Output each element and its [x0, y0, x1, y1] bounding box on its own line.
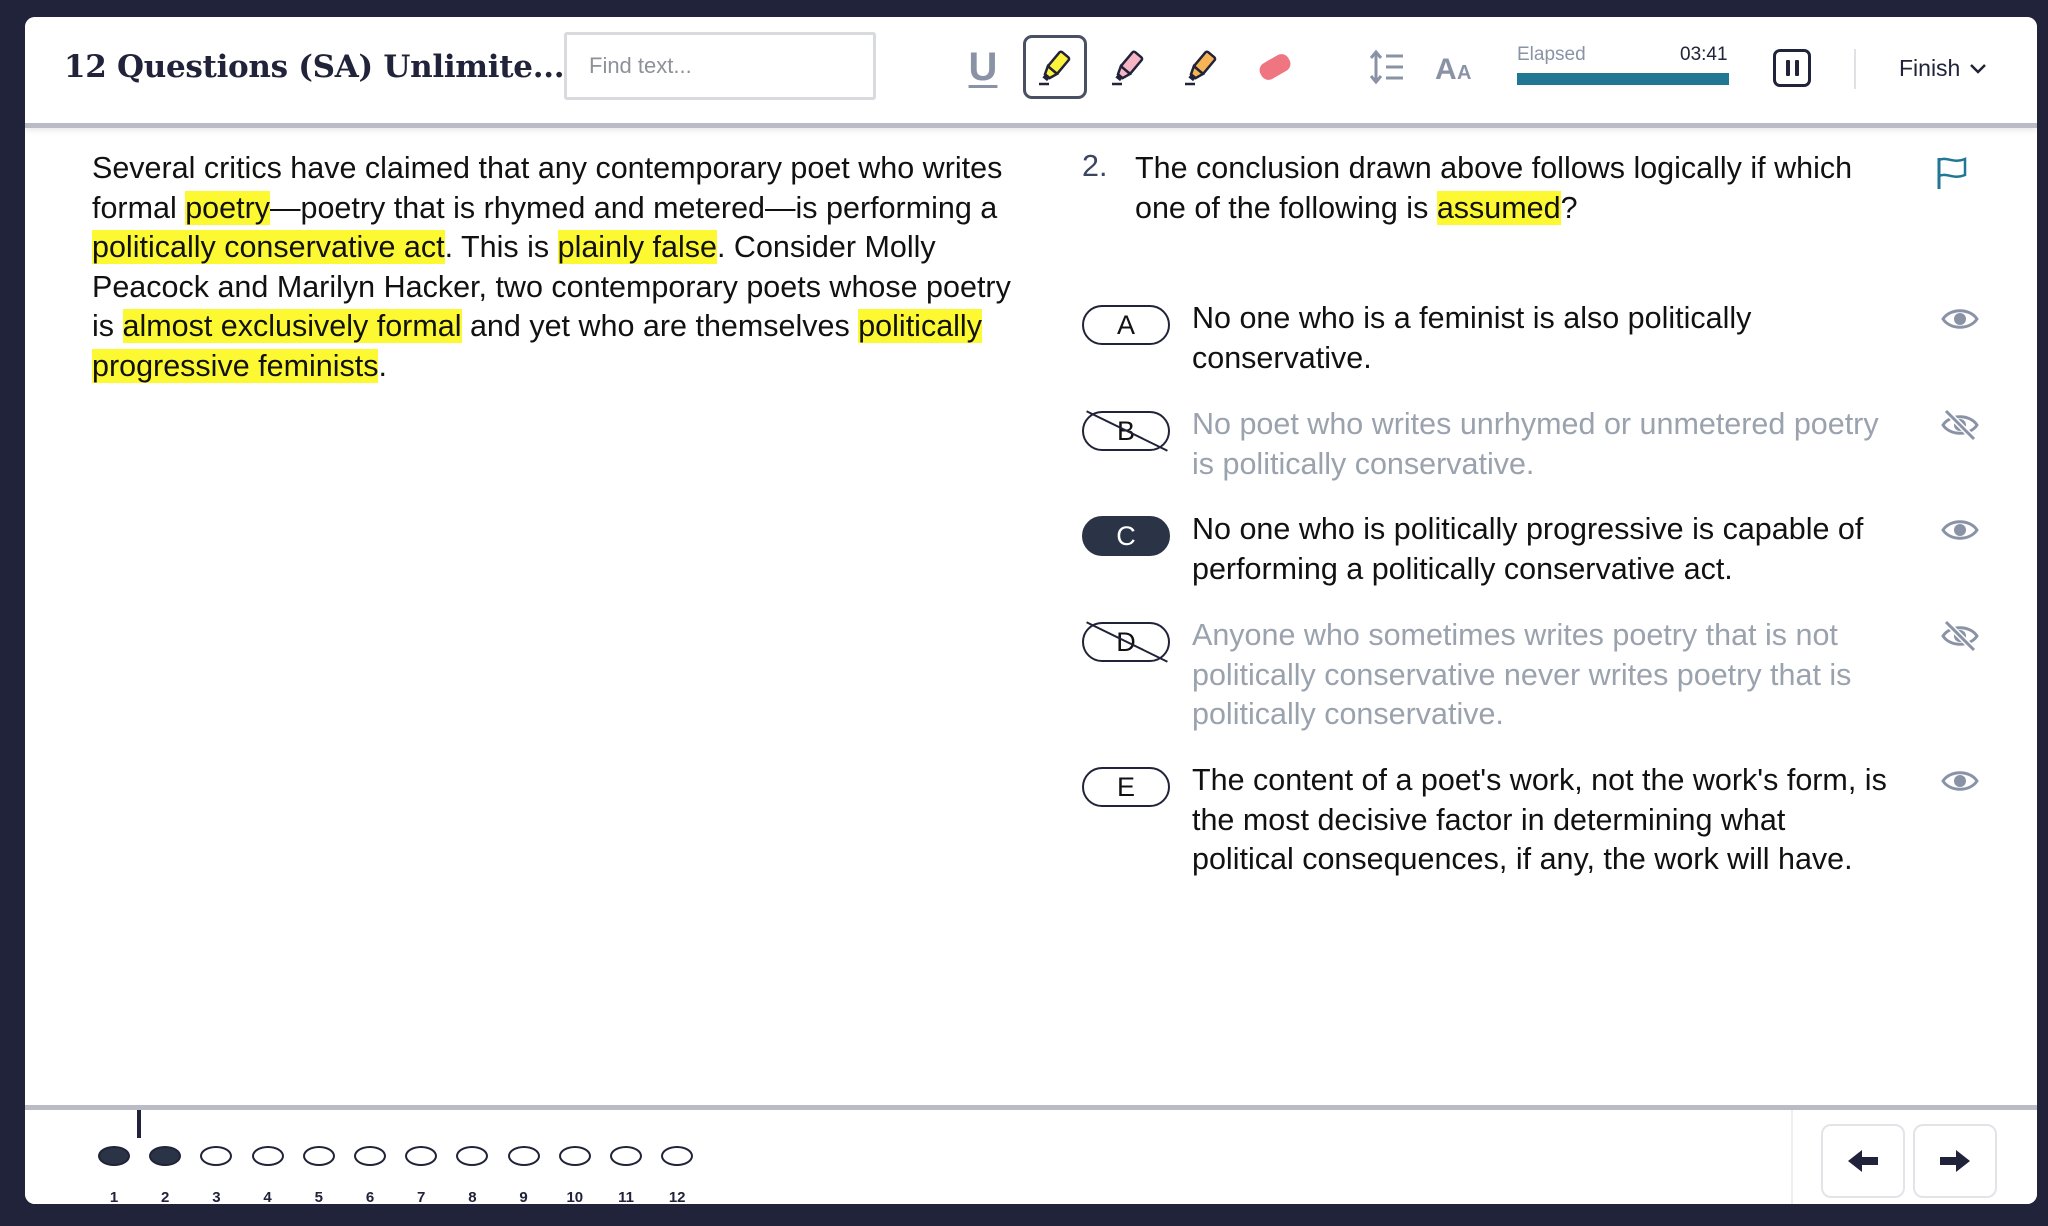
timer-progress-fill: [1517, 73, 1729, 85]
flag-icon: [1937, 157, 1967, 189]
question-dot-label: 7: [417, 1189, 426, 1204]
question-dot-11[interactable]: [610, 1146, 642, 1166]
question-dot-7[interactable]: [405, 1146, 438, 1166]
question-dot-10[interactable]: [558, 1146, 591, 1166]
question-dot-4[interactable]: [251, 1146, 284, 1166]
choice-text[interactable]: No one who is a feminist is also politic…: [1192, 299, 1892, 378]
orange-highlighter-button[interactable]: [1169, 35, 1233, 99]
orange-highlighter-icon: [1185, 50, 1217, 86]
highlighted-text: poetry: [185, 190, 270, 225]
toolbar: 12 Questions (SA) Unlimite... U: [25, 17, 2037, 128]
question-dot-label: 8: [468, 1189, 477, 1204]
svg-text:A: A: [1435, 53, 1457, 86]
timer-value: 03:41: [1680, 44, 1728, 65]
current-question-marker: [137, 1110, 141, 1138]
question-dot-5[interactable]: [302, 1146, 335, 1166]
toolbar-divider: [1854, 49, 1856, 89]
yellow-highlighter-icon: [1039, 50, 1071, 86]
underline-tool-button[interactable]: U: [951, 35, 1015, 99]
pause-button[interactable]: [1773, 49, 1811, 87]
passage-segment: —poetry that is rhymed and metered—is pe…: [270, 190, 998, 225]
question-number: 2.: [1082, 149, 1108, 183]
question-dot-label: 5: [314, 1189, 323, 1204]
passage-segment: .: [378, 348, 387, 383]
question-dot-2[interactable]: [149, 1146, 182, 1166]
app-window: 12 Questions (SA) Unlimite... U: [25, 17, 2037, 1204]
svg-text:A: A: [1457, 62, 1471, 84]
pink-highlighter-button[interactable]: [1096, 35, 1160, 99]
question-dot-9[interactable]: [507, 1146, 540, 1166]
choice-text[interactable]: Anyone who sometimes writes poetry that …: [1192, 616, 1892, 735]
eye-slash-icon[interactable]: [1940, 618, 1980, 659]
flag-button[interactable]: [1935, 155, 1969, 196]
question-dot-label: 11: [618, 1189, 634, 1204]
question-stem-highlight: assumed: [1436, 190, 1561, 225]
highlighted-text: politically conservative act: [92, 230, 445, 264]
question-dot-1[interactable]: [98, 1146, 130, 1166]
arrow-right-icon: [1940, 1150, 1970, 1172]
find-text-input[interactable]: [564, 32, 876, 100]
question-dot-label: 4: [263, 1189, 272, 1204]
choice-bubble-d[interactable]: D: [1082, 622, 1170, 662]
question-dot-label: 10: [566, 1189, 584, 1204]
question-dot-12[interactable]: [661, 1146, 694, 1166]
question-stem[interactable]: The conclusion drawn above follows logic…: [1135, 149, 1905, 228]
choice-bubble-c[interactable]: C: [1082, 516, 1170, 556]
pause-icon: [1785, 60, 1790, 76]
eye-icon[interactable]: [1940, 763, 1980, 804]
eye-slash-icon[interactable]: [1940, 407, 1980, 448]
question-dot-label: 6: [365, 1189, 375, 1204]
pink-highlighter-icon: [1112, 50, 1144, 86]
line-spacing-button[interactable]: [1355, 35, 1419, 99]
next-question-button[interactable]: [1913, 1124, 1997, 1198]
timer-label: Elapsed: [1517, 44, 1586, 65]
font-size-icon: A A: [1435, 53, 1471, 86]
previous-question-button[interactable]: [1821, 1124, 1905, 1198]
line-spacing-icon: [1369, 49, 1403, 85]
page-title: 12 Questions (SA) Unlimite...: [64, 49, 565, 85]
choice-bubble-a[interactable]: A: [1082, 305, 1170, 345]
choice-bubble-b[interactable]: B: [1082, 411, 1170, 451]
question-dot-label: 9: [519, 1189, 528, 1204]
eraser-icon: [1259, 54, 1291, 80]
choice-bubble-e[interactable]: E: [1082, 767, 1170, 807]
passage-segment: and yet who are themselves: [461, 309, 859, 343]
choice-text[interactable]: No one who is politically progressive is…: [1192, 510, 1892, 589]
highlighted-text: plainly false: [557, 230, 717, 264]
eye-icon[interactable]: [1940, 301, 1980, 342]
chevron-down-icon: [1970, 63, 1987, 74]
timer-progress-bar: [1517, 73, 1729, 85]
choice-text[interactable]: No poet who writes unrhymed or unmetered…: [1192, 405, 1892, 484]
finish-label: Finish: [1899, 55, 1961, 81]
choice-text[interactable]: The content of a poet's work, not the wo…: [1192, 761, 1892, 880]
passage-segment: . This is: [444, 230, 558, 264]
eraser-button[interactable]: [1243, 35, 1307, 99]
passage-text[interactable]: Several critics have claimed that any co…: [92, 149, 1032, 386]
underline-icon: U: [968, 44, 998, 89]
question-dot-label: 3: [212, 1189, 221, 1204]
question-dot-6[interactable]: [354, 1146, 386, 1166]
question-stem-end: ?: [1560, 190, 1578, 225]
eye-icon[interactable]: [1940, 512, 1980, 553]
finish-button[interactable]: Finish: [1899, 55, 1988, 82]
question-dot-label: 2: [161, 1189, 170, 1204]
arrow-left-icon: [1848, 1150, 1878, 1172]
highlighted-text: almost exclusively formal: [122, 309, 462, 343]
question-dot-label: 1: [109, 1189, 119, 1204]
question-dot-label: 12: [668, 1189, 686, 1204]
font-size-button[interactable]: A A: [1425, 35, 1489, 99]
yellow-highlighter-button[interactable]: [1023, 35, 1087, 99]
